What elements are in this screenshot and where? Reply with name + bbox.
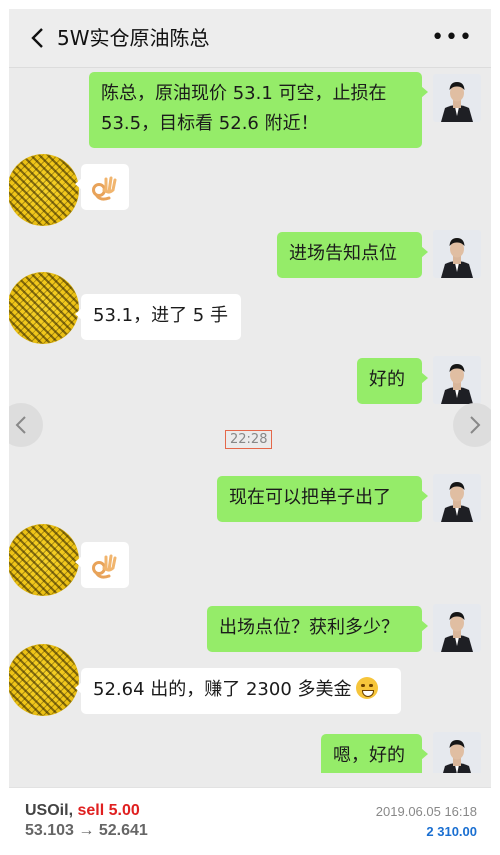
person-in-suit-icon [433, 604, 481, 652]
avatar-self[interactable] [433, 74, 481, 122]
chat-window: 5W实仓原油陈总 ••• 陈总，原油现价 53.1 可空，止损在 53.5，目标… [9, 9, 491, 847]
message-bubble-sent[interactable]: 好的 [357, 358, 428, 404]
message-bubble-sent[interactable]: 现在可以把单子出了 [217, 476, 428, 522]
person-in-suit-icon [433, 230, 481, 278]
message-bubble-sent[interactable]: 嗯，好的 [321, 734, 428, 773]
message-text: 陈总，原油现价 53.1 可空，止损在 [101, 83, 387, 104]
message-text: 好的 [369, 369, 405, 390]
trade-symbol-line: USOil, sell 5.00 [25, 802, 140, 820]
message-text: 现在可以把单子出了 [229, 487, 391, 508]
arrow-right-icon: → [78, 822, 95, 839]
trade-profit: 2 310.00 [426, 824, 477, 839]
avatar-self[interactable] [433, 474, 481, 522]
message-bubble-sent[interactable]: 进场告知点位 [277, 232, 428, 278]
avatar-self[interactable] [433, 356, 481, 404]
trade-side: sell 5.00 [77, 802, 140, 819]
trade-symbol: USOil, [25, 802, 74, 819]
message-bubble-received[interactable]: 52.64 出的，赚了 2300 多美金 [75, 668, 401, 714]
person-in-suit-icon [433, 74, 481, 122]
chevron-left-icon [15, 416, 26, 434]
avatar-self[interactable] [433, 732, 481, 773]
chevron-right-icon [470, 416, 481, 434]
message-text: 嗯，好的 [333, 745, 405, 766]
message-bubble-received[interactable]: 53.1，进了 5 手 [75, 294, 241, 340]
message-list[interactable]: 陈总，原油现价 53.1 可空，止损在 53.5，目标看 52.6 附近！ 进场… [9, 68, 491, 773]
avatar-self[interactable] [433, 604, 481, 652]
open-price: 53.103 [25, 822, 74, 839]
grinning-face-icon [355, 677, 378, 699]
chevron-left-icon[interactable] [23, 23, 53, 53]
avatar-contact[interactable] [9, 644, 79, 716]
message-text: 出场点位？获利多少？ [219, 617, 399, 638]
message-bubble-sent[interactable]: 出场点位？获利多少？ [207, 606, 428, 652]
message-bubble-received[interactable] [75, 164, 129, 210]
avatar-contact[interactable] [9, 154, 79, 226]
message-bubble-received[interactable] [75, 542, 129, 588]
trade-prices: 53.103 → 52.641 [25, 822, 148, 840]
chat-title: 5W实仓原油陈总 [57, 26, 210, 50]
message-text: 52.64 出的，赚了 2300 多美金 [93, 679, 352, 700]
avatar-self[interactable] [433, 230, 481, 278]
person-in-suit-icon [433, 356, 481, 404]
message-text: 53.1，进了 5 手 [93, 305, 228, 326]
avatar-contact[interactable] [9, 524, 79, 596]
close-price: 52.641 [98, 822, 148, 839]
ok-hand-icon [92, 176, 117, 201]
previous-button[interactable] [9, 403, 43, 447]
trade-record[interactable]: USOil, sell 5.00 53.103 → 52.641 2019.06… [9, 787, 491, 847]
person-in-suit-icon [433, 474, 481, 522]
avatar-contact[interactable] [9, 272, 79, 344]
message-text: 进场告知点位 [289, 243, 397, 264]
person-in-suit-icon [433, 732, 481, 773]
chat-header: 5W实仓原油陈总 ••• [9, 9, 491, 68]
more-options-button[interactable]: ••• [431, 23, 473, 53]
message-bubble-sent[interactable]: 陈总，原油现价 53.1 可空，止损在 53.5，目标看 52.6 附近！ [89, 72, 428, 148]
message-timestamp: 22:28 [225, 430, 273, 449]
message-text: 53.5，目标看 52.6 附近！ [101, 113, 319, 134]
ok-hand-icon [92, 554, 117, 579]
next-button[interactable] [453, 403, 491, 447]
trade-datetime: 2019.06.05 16:18 [375, 804, 477, 819]
